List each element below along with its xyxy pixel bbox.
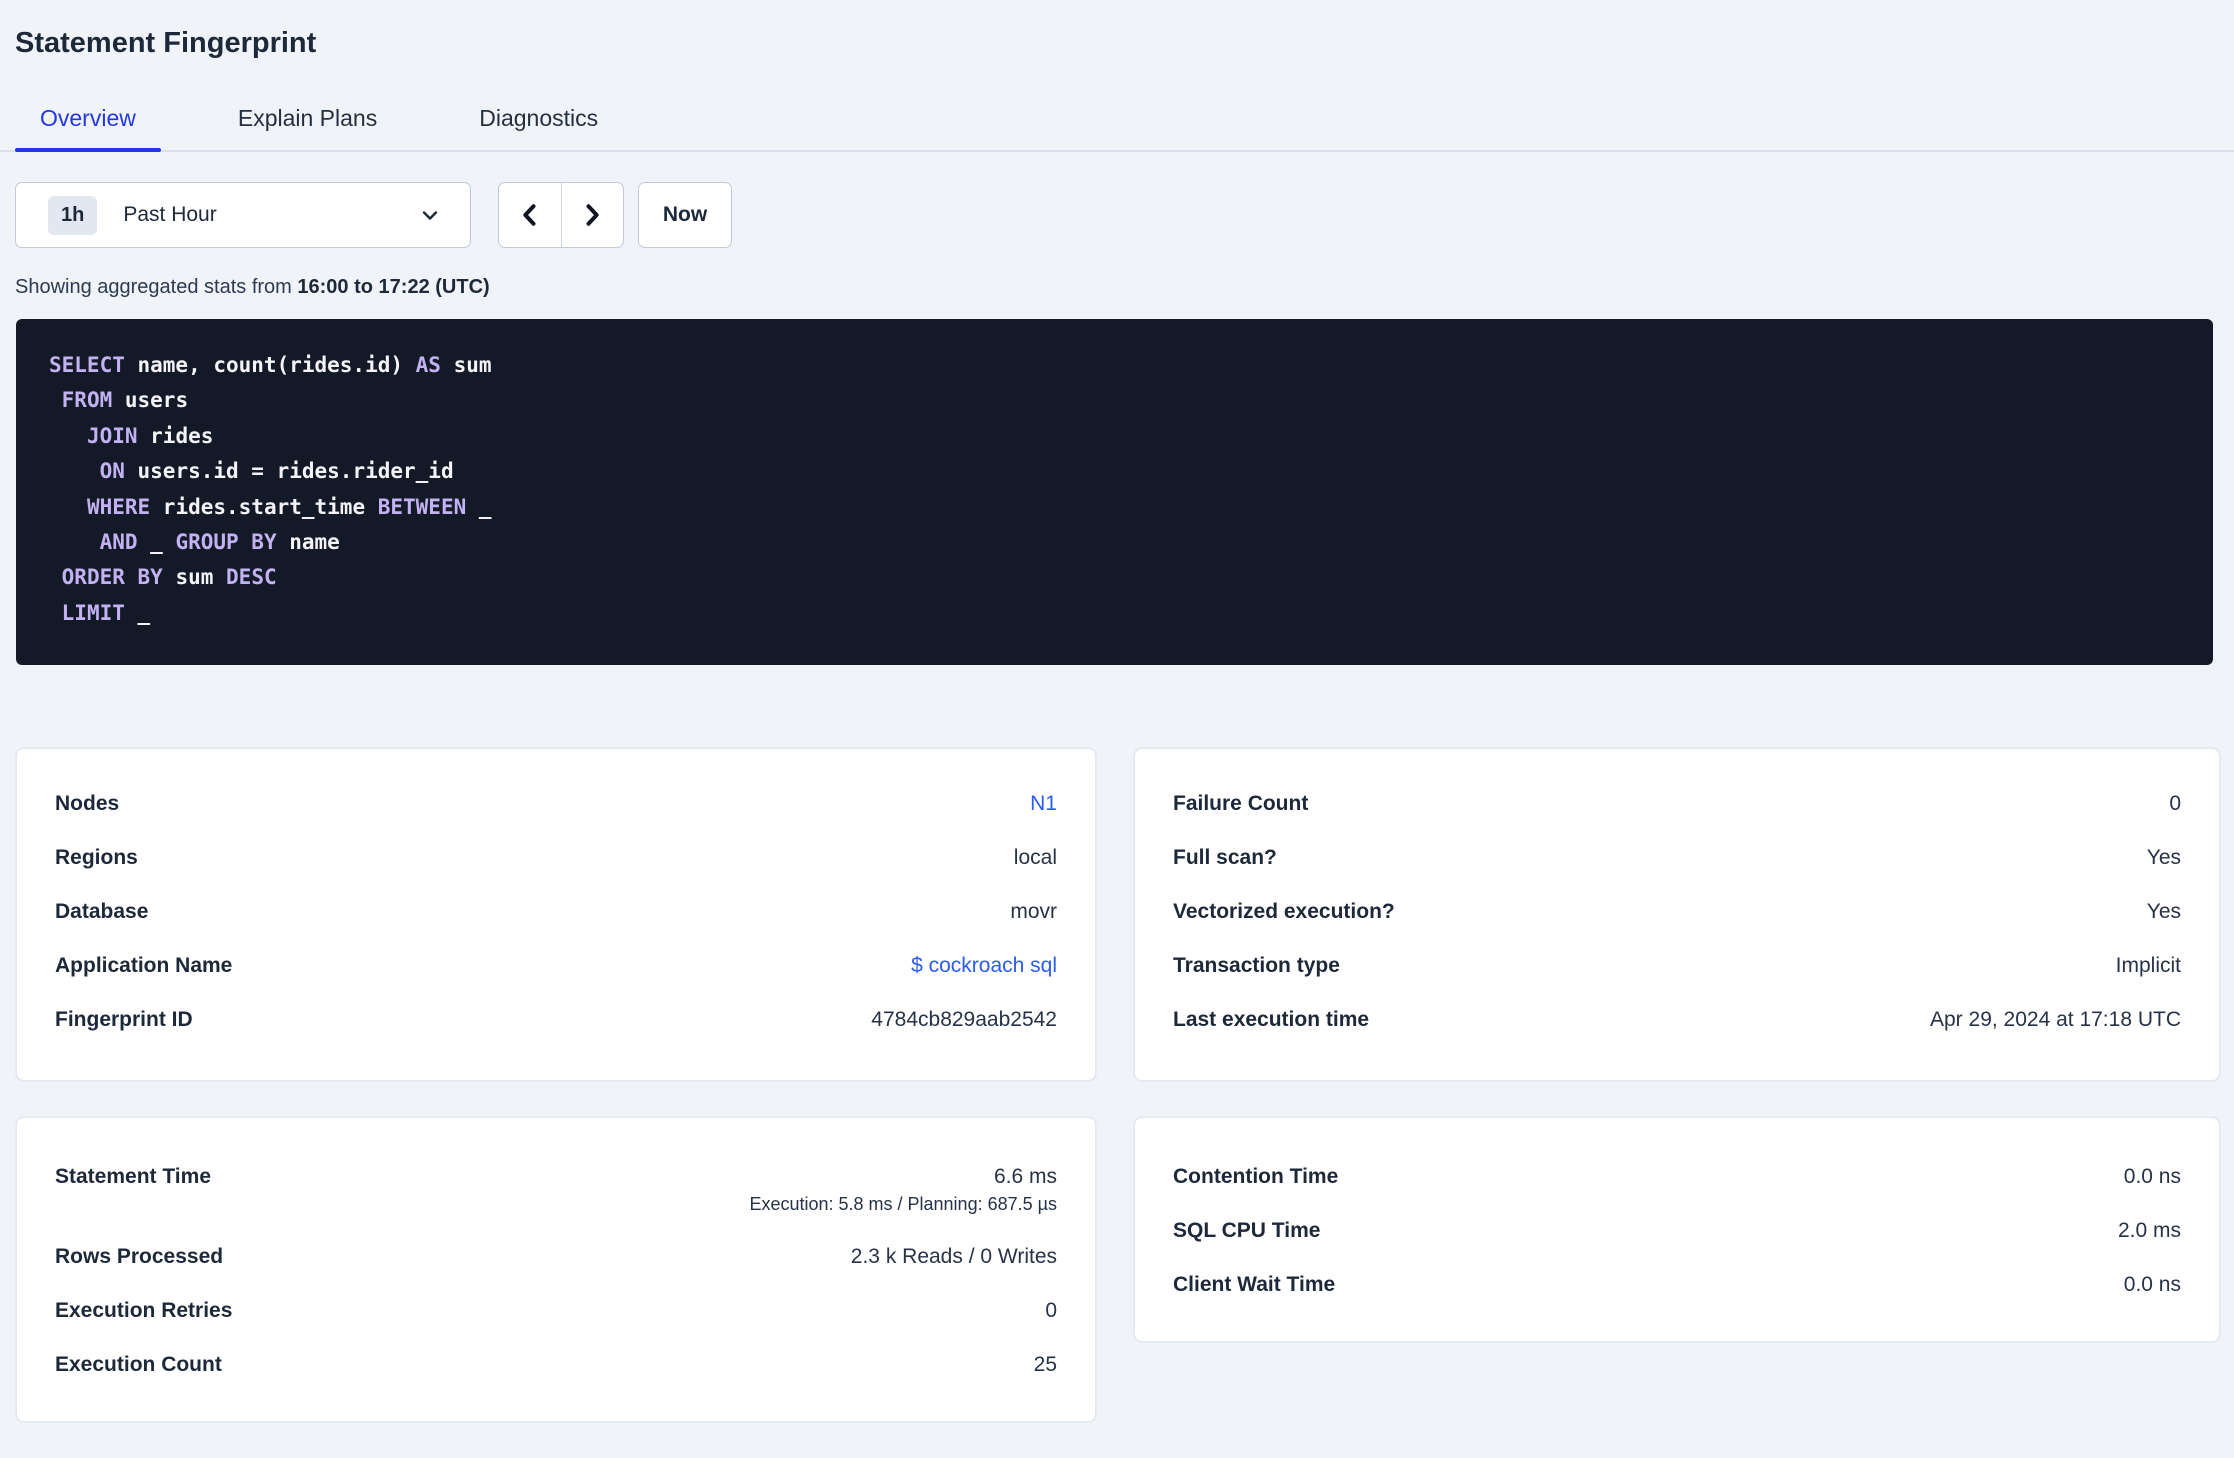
tab-diagnostics[interactable]: Diagnostics [454, 104, 623, 150]
tab-bar: Overview Explain Plans Diagnostics [0, 104, 2234, 152]
page-title: Statement Fingerprint [15, 27, 317, 59]
stats-note-range: 16:00 to 17:22 (UTC) [297, 276, 490, 298]
row-value: 0.0 ns [2123, 1165, 2181, 1188]
row-value: movr [1010, 900, 1057, 923]
statement-fingerprint-page: Statement Fingerprint Overview Explain P… [0, 0, 2234, 1458]
chevron-down-icon [418, 203, 442, 227]
detail-row-full-scan: Full scan? Yes [1173, 831, 2181, 885]
time-range-label: Past Hour [123, 203, 217, 226]
perf-row-rows-processed: Rows Processed 2.3 k Reads / 0 Writes [55, 1230, 1057, 1284]
row-label: Execution Retries [55, 1299, 233, 1322]
detail-row-vectorized-execution: Vectorized execution? Yes [1173, 885, 2181, 939]
tab-explain-plans-label: Explain Plans [237, 105, 378, 131]
perf-row-statement-time: Statement Time 6.6 ms Execution: 5.8 ms … [55, 1150, 1057, 1214]
perf-row-contention-time: Contention Time 0.0 ns [1173, 1150, 2181, 1204]
execution-attributes-card: Failure Count 0 Full scan? Yes Vectorize… [1134, 748, 2220, 1081]
row-label: Regions [55, 846, 138, 869]
aggregated-stats-note: Showing aggregated stats from 16:00 to 1… [15, 276, 2234, 299]
row-label: Client Wait Time [1173, 1273, 1336, 1296]
row-label: Last execution time [1173, 1008, 1370, 1031]
time-range-select[interactable]: 1h Past Hour [15, 182, 471, 248]
perf-row-execution-count: Execution Count 25 [55, 1338, 1057, 1392]
chevron-right-icon [578, 201, 606, 229]
tab-overview-label: Overview [40, 105, 136, 131]
row-label: Vectorized execution? [1173, 900, 1395, 923]
nodes-link[interactable]: N1 [1030, 792, 1057, 816]
row-value: 0 [2169, 792, 2181, 815]
row-value: Implicit [2115, 954, 2181, 977]
row-value: Apr 29, 2024 at 17:18 UTC [1930, 1008, 2181, 1031]
sql-statement-box: SELECT name, count(rides.id) AS sum FROM… [16, 319, 2213, 665]
application-name-link[interactable]: $ cockroach sql [911, 954, 1057, 978]
row-value: Yes [2146, 846, 2181, 869]
row-value: 2.3 k Reads / 0 Writes [850, 1245, 1057, 1268]
row-label: Execution Count [55, 1353, 222, 1376]
chevron-left-icon [516, 201, 544, 229]
details-cards-row: Nodes N1 Regions local Database movr App… [16, 748, 2234, 1081]
perf-row-sql-cpu-time: SQL CPU Time 2.0 ms [1173, 1204, 2181, 1258]
row-value: 0.0 ns [2123, 1273, 2181, 1296]
detail-row-database: Database movr [55, 885, 1057, 939]
row-value: 2.0 ms [2117, 1219, 2181, 1242]
tab-overview[interactable]: Overview [15, 104, 161, 152]
detail-row-last-execution-time: Last execution time Apr 29, 2024 at 17:1… [1173, 993, 2181, 1047]
statement-time-breakdown: Execution: 5.8 ms / Planning: 687.5 µs [749, 1194, 1057, 1214]
row-value: Yes [2146, 900, 2181, 923]
row-value: 25 [1033, 1353, 1057, 1376]
row-label: SQL CPU Time [1173, 1219, 1321, 1242]
statement-details-card: Nodes N1 Regions local Database movr App… [16, 748, 1096, 1081]
row-label: Rows Processed [55, 1245, 224, 1268]
perf-row-client-wait-time: Client Wait Time 0.0 ns [1173, 1258, 2181, 1312]
detail-row-transaction-type: Transaction type Implicit [1173, 939, 2181, 993]
row-label: Nodes [55, 792, 120, 815]
detail-row-application-name: Application Name $ cockroach sql [55, 939, 1057, 993]
time-toolbar: 1h Past Hour Now [15, 182, 2234, 248]
performance-cards-row: Statement Time 6.6 ms Execution: 5.8 ms … [16, 1117, 2234, 1422]
row-label: Application Name [55, 954, 233, 977]
tab-explain-plans[interactable]: Explain Plans [213, 104, 402, 150]
now-button[interactable]: Now [638, 182, 732, 248]
row-value: local [1013, 846, 1057, 869]
row-label: Fingerprint ID [55, 1008, 193, 1031]
row-value: 4784cb829aab2542 [871, 1008, 1057, 1031]
row-label: Failure Count [1173, 792, 1309, 815]
wait-time-card: Contention Time 0.0 ns SQL CPU Time 2.0 … [1134, 1117, 2220, 1342]
tab-diagnostics-label: Diagnostics [479, 105, 599, 131]
next-time-button[interactable] [562, 183, 624, 247]
prev-time-button[interactable] [499, 183, 562, 247]
stats-note-prefix: Showing aggregated stats from [15, 276, 292, 298]
statement-time-values: 6.6 ms Execution: 5.8 ms / Planning: 687… [749, 1150, 1057, 1214]
row-label: Database [55, 900, 149, 923]
time-step-button-group [498, 182, 624, 248]
row-value: 0 [1045, 1299, 1057, 1322]
row-label: Statement Time [55, 1165, 211, 1188]
detail-row-regions: Regions local [55, 831, 1057, 885]
detail-row-fingerprint-id: Fingerprint ID 4784cb829aab2542 [55, 993, 1057, 1047]
statement-time-card: Statement Time 6.6 ms Execution: 5.8 ms … [16, 1117, 1096, 1422]
row-label: Contention Time [1173, 1165, 1339, 1188]
detail-row-failure-count: Failure Count 0 [1173, 777, 2181, 831]
row-label: Transaction type [1173, 954, 1340, 977]
row-label: Full scan? [1173, 846, 1277, 869]
detail-row-nodes: Nodes N1 [55, 777, 1057, 831]
perf-row-execution-retries: Execution Retries 0 [55, 1284, 1057, 1338]
time-range-badge: 1h [48, 195, 98, 235]
sql-code: SELECT name, count(rides.id) AS sum FROM… [49, 353, 492, 625]
active-tab-underline [15, 148, 161, 152]
